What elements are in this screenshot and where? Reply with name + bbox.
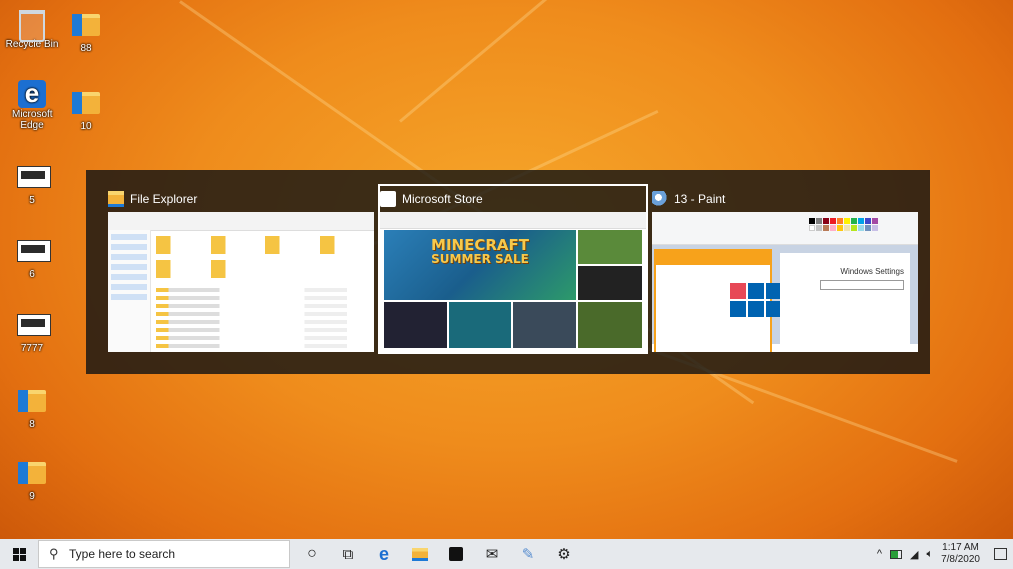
- start-icon: [12, 547, 26, 561]
- network-icon[interactable]: ◢: [910, 548, 918, 561]
- settings-icon: ⚙: [557, 546, 571, 563]
- settings-preview: Windows Settings: [780, 253, 910, 352]
- desktop-icon-8[interactable]: 8: [2, 390, 62, 430]
- clock-date: 7/8/2020: [941, 554, 980, 565]
- recycle-bin-icon: [19, 10, 45, 42]
- image-file-icon: [17, 166, 51, 188]
- desktop-icon-label: Microsoft Edge: [12, 109, 53, 131]
- taskbar-store-button[interactable]: [438, 539, 474, 569]
- taskbar: ⚲ Type here to search ○ ⧉ e ✉ ✎ ⚙ ^ ◢ 🔈︎…: [0, 539, 1013, 569]
- system-tray: ^ ◢ 🔈︎ 1:17 AM 7/8/2020: [877, 539, 1013, 569]
- desktop-icon-10[interactable]: 10: [56, 92, 116, 132]
- window-title: 13 - Paint: [674, 192, 726, 206]
- desktop-icon-6[interactable]: 6: [2, 240, 62, 280]
- window-title: File Explorer: [130, 192, 198, 206]
- hero-subtitle: SUMMER SALE: [431, 252, 529, 266]
- taskbar-edge-button[interactable]: e: [366, 539, 402, 569]
- desktop-icon-label: 5: [29, 195, 35, 206]
- desktop-icon-label: 7777: [20, 343, 44, 354]
- battery-icon[interactable]: [889, 549, 902, 559]
- task-view-button[interactable]: ⧉: [330, 539, 366, 569]
- taskbar-file-explorer-button[interactable]: [402, 539, 438, 569]
- store-icon: [449, 547, 463, 561]
- desktop-icon-label: 6: [29, 269, 35, 280]
- taskbar-settings-button[interactable]: ⚙: [546, 539, 582, 569]
- taskbar-mail-button[interactable]: ✉: [474, 539, 510, 569]
- cortana-button[interactable]: ○: [294, 539, 330, 569]
- volume-icon[interactable]: 🔈︎: [926, 548, 933, 561]
- search-placeholder: Type here to search: [69, 547, 176, 561]
- desktop-icon-9[interactable]: 9: [2, 462, 62, 502]
- settings-title: Windows Settings: [840, 267, 904, 276]
- edge-icon: e: [18, 80, 46, 108]
- paint-icon: ✎: [521, 546, 535, 563]
- chevron-up-icon[interactable]: ^: [877, 548, 882, 560]
- switcher-window-file-explorer[interactable]: File Explorer: [108, 186, 374, 352]
- desktop-icon-edge[interactable]: e Microsoft Edge: [2, 80, 62, 131]
- desktop-icon-label: 88: [80, 43, 92, 54]
- image-file-icon: [17, 240, 51, 262]
- switcher-window-microsoft-store[interactable]: Microsoft Store MINECRAFT SUMMER SALE: [378, 184, 648, 354]
- paint-icon: [652, 191, 668, 207]
- desktop-icon-88[interactable]: 88: [56, 14, 116, 54]
- folder-icon: [72, 14, 100, 36]
- clock[interactable]: 1:17 AM 7/8/2020: [941, 542, 980, 567]
- clock-time: 1:17 AM: [942, 541, 979, 553]
- window-preview: [108, 212, 374, 352]
- store-icon: [380, 191, 396, 207]
- folder-icon: [18, 390, 46, 412]
- folder-icon: [18, 462, 46, 484]
- taskbar-paint-button[interactable]: ✎: [510, 539, 546, 569]
- desktop-icon-5[interactable]: 5: [2, 166, 62, 206]
- desktop-icon-label: 8: [29, 419, 35, 430]
- task-switcher: File Explorer Microsoft Store MINECRAFT …: [86, 170, 930, 374]
- file-explorer-icon: [412, 547, 428, 561]
- desktop-icon-label: 10: [80, 121, 92, 132]
- search-icon: ⚲: [49, 546, 59, 561]
- desktop-icon-7777[interactable]: 7777: [2, 314, 62, 354]
- desktop-icon-recycle-bin[interactable]: Recycle Bin: [2, 10, 62, 50]
- file-explorer-icon: [108, 191, 124, 207]
- cortana-icon: ○: [307, 545, 317, 562]
- hero-title: MINECRAFT: [431, 236, 529, 254]
- image-file-icon: [17, 314, 51, 336]
- window-preview: MINECRAFT SUMMER SALE: [380, 212, 646, 352]
- start-button[interactable]: [0, 539, 38, 569]
- task-view-icon: ⧉: [342, 545, 354, 563]
- folder-icon: [72, 92, 100, 114]
- edge-icon: e: [378, 543, 389, 564]
- store-hero-banner: MINECRAFT SUMMER SALE: [384, 230, 576, 300]
- desktop-icon-label: 9: [29, 491, 35, 502]
- switcher-window-paint[interactable]: 13 - Paint Windows Settings: [652, 186, 918, 352]
- action-center-icon[interactable]: [994, 548, 1007, 560]
- window-title: Microsoft Store: [402, 192, 483, 206]
- search-box[interactable]: ⚲ Type here to search: [38, 540, 290, 568]
- mail-icon: ✉: [485, 546, 499, 563]
- window-preview: Windows Settings: [652, 212, 918, 352]
